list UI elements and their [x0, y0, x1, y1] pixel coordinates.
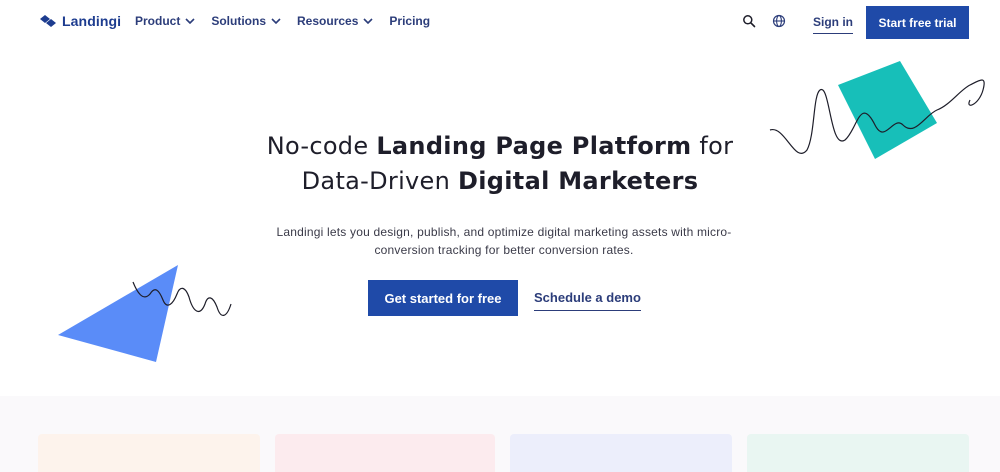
- nav-item-label: Product: [135, 14, 181, 28]
- sign-in-link[interactable]: Sign in: [813, 15, 853, 34]
- headline-text: for: [691, 132, 734, 160]
- headline-emphasis: Digital Marketers: [458, 167, 699, 195]
- headline-text: No-code: [266, 132, 377, 160]
- logo[interactable]: Landingi: [40, 13, 121, 29]
- get-started-button[interactable]: Get started for free: [368, 280, 518, 316]
- logo-mark-icon: [40, 15, 56, 27]
- nav-item-solutions[interactable]: Solutions: [211, 14, 281, 28]
- feature-card: [510, 434, 732, 472]
- logo-text: Landingi: [62, 13, 122, 29]
- schedule-demo-link[interactable]: Schedule a demo: [534, 290, 641, 311]
- main-nav: Product Solutions Resources Pricing: [135, 14, 430, 28]
- nav-item-label: Pricing: [389, 14, 431, 28]
- site-header: Landingi Product Solutions Resources Pri…: [0, 0, 1000, 44]
- start-free-trial-button[interactable]: Start free trial: [866, 6, 969, 39]
- headline-text: Data-Driven: [301, 167, 459, 195]
- blue-triangle-decoration: [58, 265, 232, 362]
- headline-emphasis: Landing Page Platform: [376, 132, 692, 160]
- search-icon[interactable]: [742, 14, 756, 28]
- nav-item-label: Resources: [297, 14, 359, 28]
- nav-item-resources[interactable]: Resources: [297, 14, 373, 28]
- hero-subtext: Landingi lets you design, publish, and o…: [276, 225, 732, 257]
- feature-card: [275, 434, 495, 472]
- feature-card: [38, 434, 260, 472]
- feature-card: [747, 434, 969, 472]
- chevron-down-icon: [271, 18, 281, 24]
- nav-item-pricing[interactable]: Pricing: [389, 14, 430, 28]
- nav-item-label: Solutions: [211, 14, 267, 28]
- nav-item-product[interactable]: Product: [135, 14, 195, 28]
- hero-headline: No-code Landing Page Platform for Data-D…: [0, 129, 1000, 199]
- chevron-down-icon: [363, 18, 373, 24]
- globe-icon[interactable]: [772, 14, 786, 28]
- chevron-down-icon: [185, 18, 195, 24]
